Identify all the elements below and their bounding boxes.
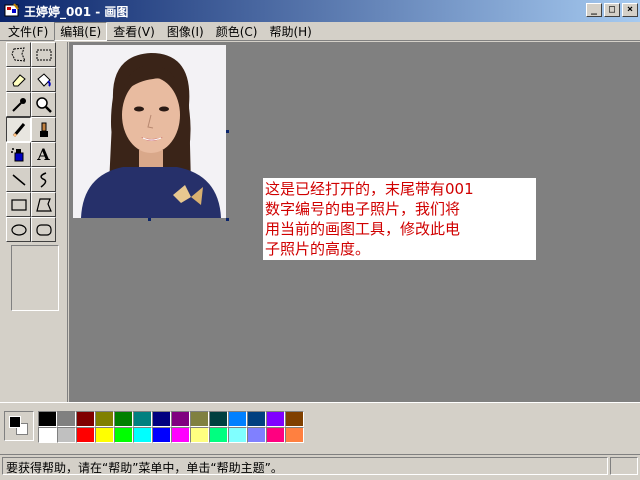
color-swatch[interactable] [95, 411, 114, 427]
color-swatch[interactable] [228, 427, 247, 443]
color-swatch[interactable] [190, 427, 209, 443]
magnifier-tool[interactable] [31, 92, 56, 117]
color-swatch[interactable] [247, 411, 266, 427]
window-title: 王婷婷_001 - 画图 [24, 4, 129, 19]
eraser-icon [11, 73, 26, 86]
rect-select-tool[interactable] [31, 42, 56, 67]
status-bar: 要获得帮助，请在“帮助”菜单中，单击“帮助主题”。 [0, 454, 640, 480]
color-swatch[interactable] [76, 411, 95, 427]
fill-tool[interactable] [31, 67, 56, 92]
text-tool[interactable]: A [31, 142, 56, 167]
color-swatch[interactable] [152, 411, 171, 427]
magnifier-icon [35, 96, 52, 113]
color-swatch[interactable] [114, 411, 133, 427]
color-swatch[interactable] [57, 427, 76, 443]
line-tool[interactable] [6, 167, 31, 192]
pencil-icon [12, 122, 25, 137]
color-swatch[interactable] [57, 411, 76, 427]
color-swatch[interactable] [228, 411, 247, 427]
brush-tool[interactable] [31, 117, 56, 142]
menu-bar: 文件(F) 编辑(E) 查看(V) 图像(I) 颜色(C) 帮助(H) [0, 21, 640, 41]
tool-options-box[interactable] [11, 245, 59, 311]
curve-tool[interactable] [31, 167, 56, 192]
rounded-rectangle-tool[interactable] [31, 217, 56, 242]
palette-swatches [38, 411, 304, 443]
color-swatch[interactable] [209, 427, 228, 443]
polygon-icon [35, 197, 52, 212]
tool-grid: A [6, 42, 56, 242]
color-picker-tool[interactable] [6, 92, 31, 117]
pencil-tool[interactable] [6, 117, 31, 142]
color-palette [0, 402, 640, 454]
toolbox: A [2, 42, 68, 402]
brush-icon [39, 122, 48, 137]
color-swatch[interactable] [133, 411, 152, 427]
title-bar: 王婷婷_001 - 画图 _ □ × [0, 0, 640, 22]
menu-help[interactable]: 帮助(H) [263, 22, 317, 41]
portrait-photo[interactable] [73, 45, 226, 218]
color-swatch[interactable] [247, 427, 266, 443]
rectangle-tool[interactable] [6, 192, 31, 217]
window-controls: _ □ × [586, 3, 638, 17]
free-form-select-tool[interactable] [6, 42, 31, 67]
color-swatch[interactable] [76, 427, 95, 443]
status-pane [610, 457, 638, 475]
color-swatch[interactable] [171, 427, 190, 443]
color-swatch[interactable] [171, 411, 190, 427]
menu-file[interactable]: 文件(F) [2, 22, 54, 41]
color-picker-icon [11, 97, 26, 112]
current-colors[interactable] [4, 411, 34, 441]
line-icon [12, 173, 25, 186]
menu-view[interactable]: 查看(V) [107, 22, 161, 41]
color-swatch[interactable] [114, 427, 133, 443]
menu-colors[interactable]: 颜色(C) [210, 22, 264, 41]
airbrush-icon [10, 147, 23, 161]
menu-image[interactable]: 图像(I) [161, 22, 210, 41]
status-text: 要获得帮助，请在“帮助”菜单中，单击“帮助主题”。 [2, 457, 608, 475]
foreground-color-swatch[interactable] [9, 416, 21, 428]
fill-icon [36, 72, 51, 87]
color-swatch[interactable] [133, 427, 152, 443]
text-icon: A [37, 145, 50, 164]
color-swatch[interactable] [266, 411, 285, 427]
resize-handle-bottom[interactable] [148, 218, 151, 221]
maximize-button[interactable]: □ [604, 3, 620, 17]
rounded-rectangle-icon [35, 223, 52, 236]
free-form-select-icon [10, 46, 26, 62]
polygon-tool[interactable] [31, 192, 56, 217]
minimize-button[interactable]: _ [586, 3, 602, 17]
menu-edit[interactable]: 编辑(E) [54, 21, 108, 41]
rect-select-icon [36, 49, 51, 60]
ellipse-icon [10, 223, 27, 236]
color-swatch[interactable] [285, 427, 304, 443]
color-swatch[interactable] [266, 427, 285, 443]
resize-handle-corner[interactable] [226, 218, 229, 221]
color-swatch[interactable] [38, 411, 57, 427]
color-swatch[interactable] [95, 427, 114, 443]
paint-app-icon[interactable] [4, 3, 20, 19]
airbrush-tool[interactable] [6, 142, 31, 167]
color-swatch[interactable] [209, 411, 228, 427]
rectangle-icon [10, 198, 27, 211]
resize-handle-right[interactable] [226, 130, 229, 133]
canvas-area[interactable]: 这是已经打开的，末尾带有001 数字编号的电子照片，我们将 用当前的画图工具，修… [69, 42, 640, 402]
eraser-tool[interactable] [6, 67, 31, 92]
instruction-note: 这是已经打开的，末尾带有001 数字编号的电子照片，我们将 用当前的画图工具，修… [263, 178, 536, 260]
close-button[interactable]: × [622, 3, 638, 17]
color-swatch[interactable] [38, 427, 57, 443]
color-swatch[interactable] [285, 411, 304, 427]
color-swatch[interactable] [190, 411, 209, 427]
color-swatch[interactable] [152, 427, 171, 443]
ellipse-tool[interactable] [6, 217, 31, 242]
curve-icon [39, 171, 46, 188]
